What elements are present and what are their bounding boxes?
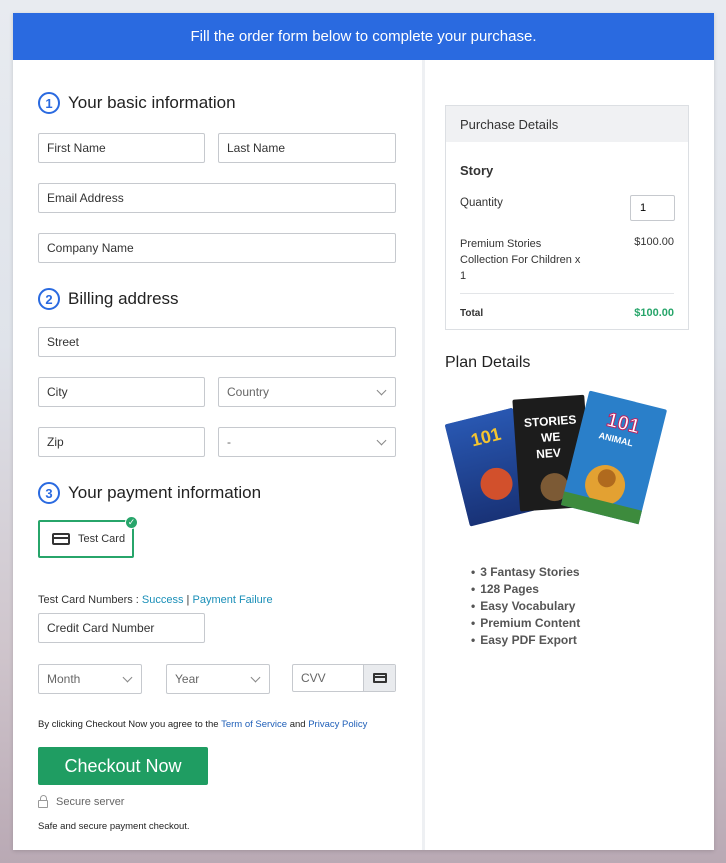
state-value: - bbox=[227, 435, 231, 449]
purchase-details-box: Purchase Details Story Quantity 1 Premiu… bbox=[445, 105, 689, 330]
section-label: Billing address bbox=[68, 289, 179, 308]
plan-feature-item: Easy PDF Export bbox=[471, 632, 580, 649]
cvv-placeholder: CVV bbox=[301, 671, 326, 685]
secure-server: Secure server bbox=[38, 795, 125, 808]
section-basic-title: 1 Your basic information bbox=[38, 92, 236, 114]
product-name: Story bbox=[460, 163, 494, 178]
order-form: 1 Your basic information First Name Last… bbox=[13, 60, 422, 850]
item-price: $100.00 bbox=[634, 236, 674, 248]
test-card-numbers: Test Card Numbers : Success | Payment Fa… bbox=[38, 594, 273, 606]
credit-card-icon bbox=[372, 673, 387, 683]
item-line: Premium Stories bbox=[460, 238, 542, 250]
quantity-input[interactable]: 1 bbox=[630, 195, 675, 221]
checkout-now-button[interactable]: Checkout Now bbox=[38, 747, 208, 785]
country-select[interactable]: Country bbox=[218, 377, 396, 407]
plan-details-title: Plan Details bbox=[445, 354, 531, 371]
year-value: Year bbox=[175, 672, 200, 686]
cover-text: NEV bbox=[536, 446, 562, 462]
city-field[interactable]: City bbox=[38, 377, 205, 407]
summary-column: Purchase Details Story Quantity 1 Premiu… bbox=[425, 60, 714, 850]
chevron-down-icon bbox=[122, 672, 133, 682]
total-label: Total bbox=[460, 308, 484, 319]
plan-feature-item: 3 Fantasy Stories bbox=[471, 564, 580, 581]
company-field[interactable]: Company Name bbox=[38, 233, 396, 263]
safe-checkout-note: Safe and secure payment checkout. bbox=[38, 821, 190, 832]
item-description: Premium Stories Collection For Children … bbox=[460, 236, 580, 284]
month-select[interactable]: Month bbox=[38, 664, 142, 694]
quantity-label: Quantity bbox=[460, 197, 503, 209]
year-select[interactable]: Year bbox=[166, 664, 270, 694]
lock-icon bbox=[38, 795, 48, 808]
privacy-link[interactable]: Privacy Policy bbox=[308, 719, 367, 730]
divider-line bbox=[460, 293, 674, 294]
item-line: Collection For Children x bbox=[460, 254, 581, 266]
total-value: $100.00 bbox=[634, 307, 674, 319]
section-label: Your basic information bbox=[68, 93, 236, 112]
section-payment-title: 3 Your payment information bbox=[38, 482, 261, 504]
plan-features-list: 3 Fantasy Stories128 PagesEasy Vocabular… bbox=[471, 564, 580, 649]
top-banner: Fill the order form below to complete yo… bbox=[13, 13, 714, 60]
country-value: Country bbox=[227, 385, 270, 399]
chevron-down-icon bbox=[376, 385, 387, 395]
step-number: 1 bbox=[38, 92, 60, 114]
checkmark-icon: ✓ bbox=[125, 516, 138, 529]
purchase-details-header: Purchase Details bbox=[446, 106, 688, 142]
payment-method-label: Test Card bbox=[78, 533, 126, 545]
zip-field[interactable]: Zip bbox=[38, 427, 205, 457]
first-name-field[interactable]: First Name bbox=[38, 133, 205, 163]
agreement-text: By clicking Checkout Now you agree to th… bbox=[38, 719, 367, 730]
book-covers-image: 101 STORIES WE NEV 101 ANIMAL bbox=[445, 390, 667, 527]
last-name-field[interactable]: Last Name bbox=[218, 133, 396, 163]
cover-text: WE bbox=[541, 430, 561, 445]
state-select[interactable]: - bbox=[218, 427, 396, 457]
checkout-card: Fill the order form below to complete yo… bbox=[13, 13, 714, 850]
test-card-option[interactable]: Test Card ✓ bbox=[38, 516, 138, 558]
month-value: Month bbox=[47, 672, 81, 686]
cvv-field[interactable]: CVV bbox=[292, 664, 396, 692]
section-label: Your payment information bbox=[68, 483, 262, 502]
street-field[interactable]: Street bbox=[38, 327, 396, 357]
test-numbers-label: Test Card Numbers : bbox=[38, 594, 142, 606]
credit-card-icon bbox=[52, 533, 70, 545]
plan-feature-item: Easy Vocabulary bbox=[471, 598, 580, 615]
step-number: 3 bbox=[38, 482, 60, 504]
card-number-field[interactable]: Credit Card Number bbox=[38, 613, 205, 643]
payment-failure-link[interactable]: Payment Failure bbox=[192, 594, 272, 606]
chevron-down-icon bbox=[250, 672, 261, 682]
success-link[interactable]: Success bbox=[142, 594, 184, 606]
agree-prefix: By clicking Checkout Now you agree to th… bbox=[38, 719, 222, 730]
terms-link[interactable]: Term of Service bbox=[221, 719, 287, 730]
chevron-down-icon bbox=[376, 435, 387, 445]
card-icon-box bbox=[363, 665, 395, 691]
email-field[interactable]: Email Address bbox=[38, 183, 396, 213]
section-billing-title: 2 Billing address bbox=[38, 288, 179, 310]
plan-feature-item: Premium Content bbox=[471, 615, 580, 632]
agree-and: and bbox=[287, 719, 309, 730]
item-line: 1 bbox=[460, 270, 467, 282]
step-number: 2 bbox=[38, 288, 60, 310]
plan-feature-item: 128 Pages bbox=[471, 581, 580, 598]
secure-label: Secure server bbox=[56, 796, 125, 808]
